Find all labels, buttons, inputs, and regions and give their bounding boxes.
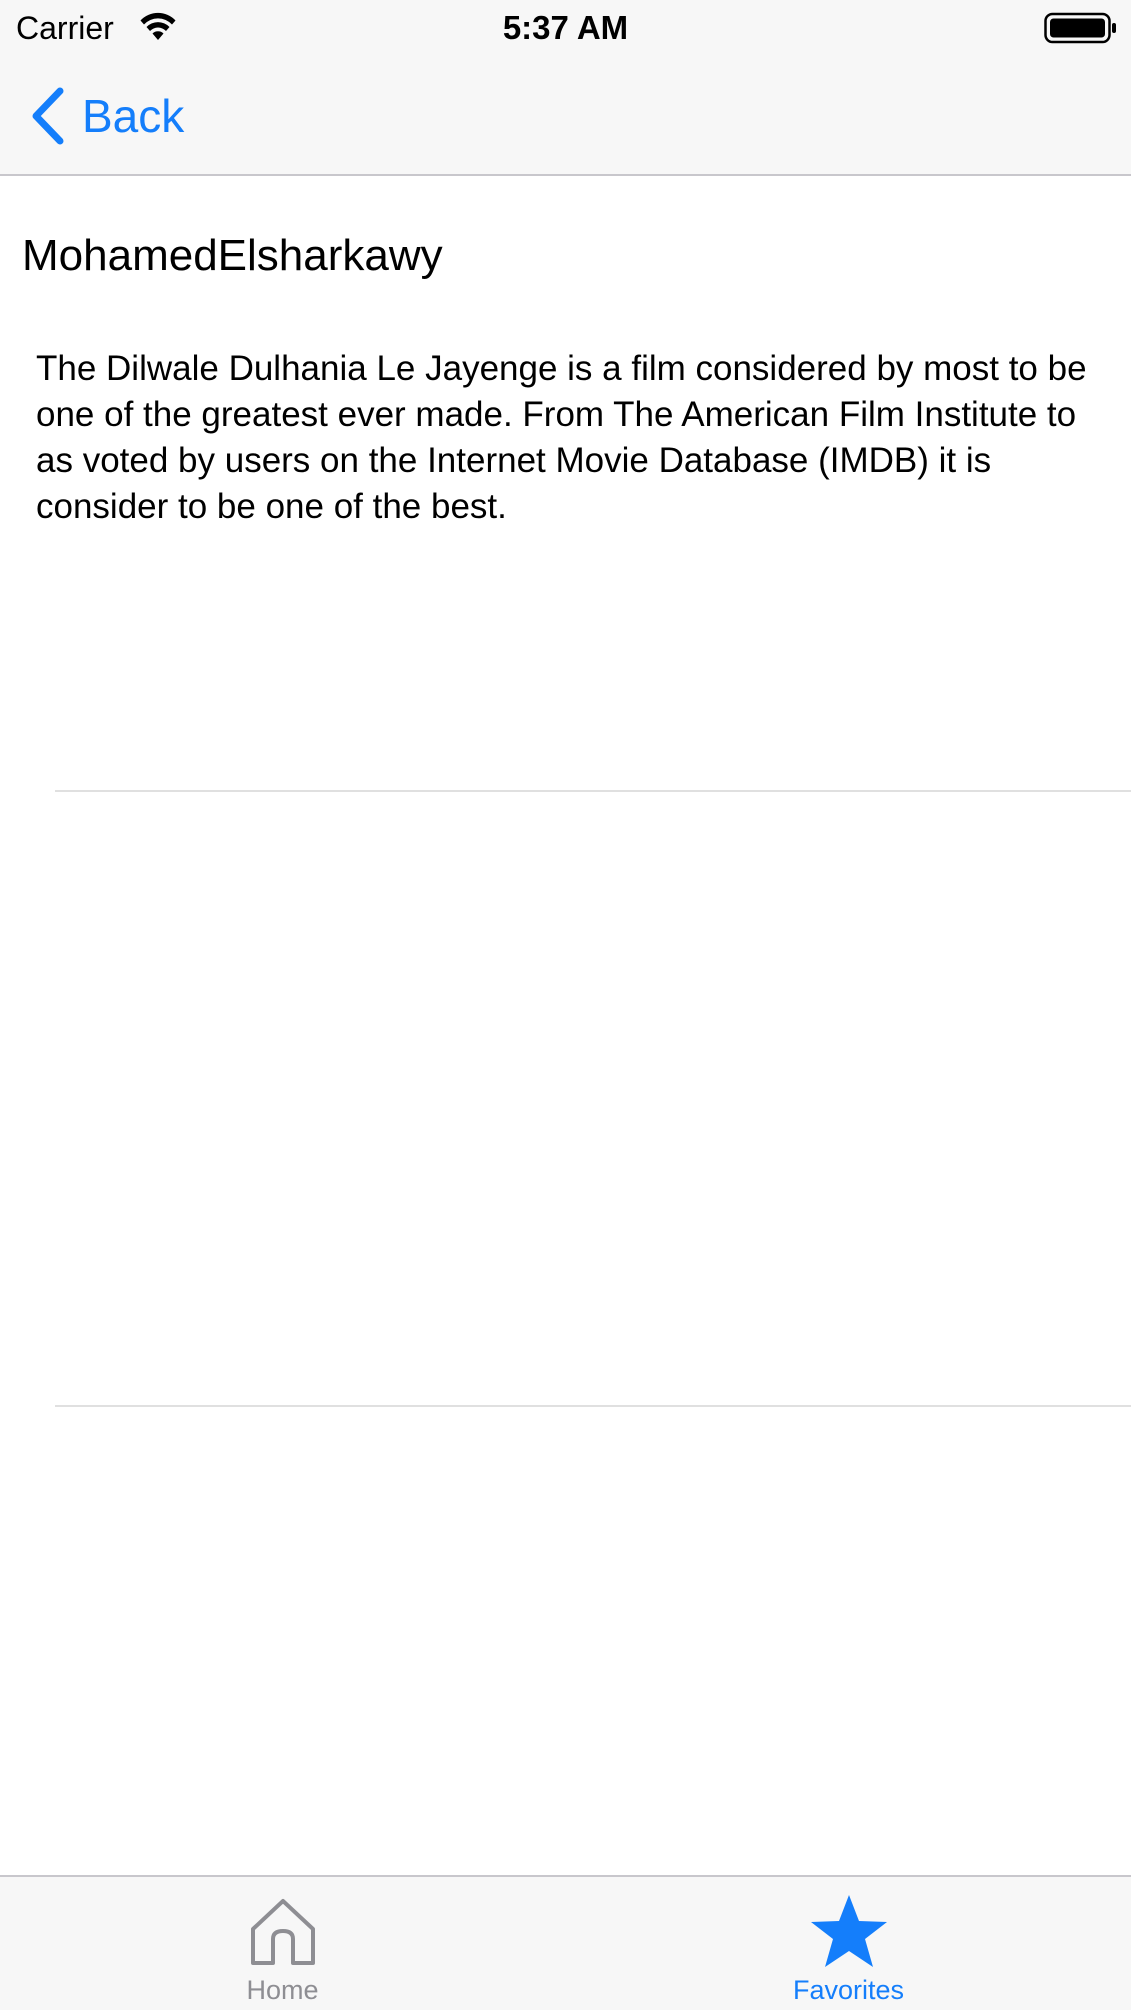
status-bar: Carrier 5:37 AM: [0, 0, 1131, 58]
star-icon: [810, 1895, 887, 1967]
tab-bar: Home Favorites: [0, 1875, 1131, 2010]
tab-favorites-label: Favorites: [792, 1975, 905, 2005]
battery-icon: [1044, 12, 1116, 44]
row-divider: [55, 1405, 1131, 1407]
row-divider: [55, 790, 1131, 792]
description-text: The Dilwale Dulhania Le Jayenge is a fil…: [36, 349, 1087, 526]
back-button[interactable]: Back: [28, 84, 184, 148]
home-icon: [250, 1899, 315, 1965]
tab-home-label: Home: [246, 1975, 319, 2005]
detail-content: MohamedElsharkawy The Dilwale Dulhania L…: [0, 176, 1131, 1876]
screen: Carrier 5:37 AM Back MohamedElsharkawy T…: [0, 0, 1131, 2010]
tab-favorites[interactable]: Favorites: [566, 1877, 1131, 2010]
author-name: MohamedElsharkawy: [22, 231, 443, 280]
status-time: 5:37 AM: [502, 9, 629, 46]
tab-home[interactable]: Home: [0, 1877, 565, 2010]
navigation-bar: Back: [0, 58, 1131, 176]
chevron-left-icon: [32, 87, 64, 145]
back-label: Back: [82, 90, 185, 142]
